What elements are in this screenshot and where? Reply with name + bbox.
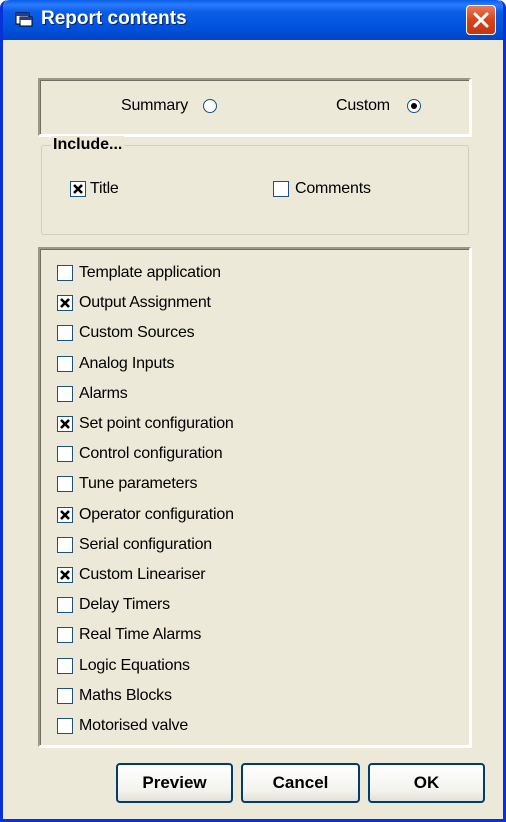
section-checkbox[interactable] — [57, 627, 73, 643]
section-checkbox-label: Control configuration — [79, 445, 223, 462]
section-checkbox[interactable] — [57, 265, 73, 281]
section-checkbox-label: Logic Equations — [79, 657, 190, 674]
section-checkbox-label: Operator configuration — [79, 506, 234, 523]
window-title: Report contents — [41, 8, 187, 29]
section-checkbox[interactable] — [57, 386, 73, 402]
section-checkbox[interactable] — [57, 567, 73, 583]
section-checkbox[interactable] — [57, 507, 73, 523]
section-checkbox[interactable] — [57, 718, 73, 734]
comments-checkbox-label: Comments — [295, 180, 371, 197]
close-button[interactable] — [466, 5, 496, 35]
section-checkbox[interactable] — [57, 537, 73, 553]
checkmark-icon — [73, 184, 83, 194]
custom-label: Custom — [336, 97, 390, 114]
preview-button[interactable]: Preview — [116, 763, 233, 803]
section-checkbox-label: Motorised valve — [79, 717, 189, 734]
section-checkbox-label: Template application — [79, 264, 221, 281]
section-checkbox-label: Serial configuration — [79, 536, 212, 553]
cancel-button[interactable]: Cancel — [241, 763, 360, 803]
custom-radio-dot — [411, 103, 417, 109]
checkmark-icon — [60, 570, 70, 580]
section-checkbox[interactable] — [57, 295, 73, 311]
section-checkbox[interactable] — [57, 597, 73, 613]
report-contents-dialog: Report contents Summary Custom Include..… — [0, 0, 506, 822]
report-window-icon — [15, 12, 33, 27]
title-checkbox[interactable] — [70, 181, 86, 197]
checkmark-icon — [60, 298, 70, 308]
section-checkbox[interactable] — [57, 446, 73, 462]
section-checkbox-label: Output Assignment — [79, 294, 211, 311]
section-checkbox[interactable] — [57, 356, 73, 372]
title-bar[interactable]: Report contents — [3, 0, 503, 40]
section-checkbox[interactable] — [57, 325, 73, 341]
section-checkbox-label: Custom Lineariser — [79, 566, 206, 583]
section-checkbox[interactable] — [57, 688, 73, 704]
include-legend: Include... — [51, 136, 125, 154]
section-checkbox-label: Set point configuration — [79, 415, 234, 432]
section-checkbox-label: Real Time Alarms — [79, 626, 202, 643]
checkmark-icon — [60, 510, 70, 520]
mode-panel — [38, 78, 471, 136]
section-checkbox-label: Tune parameters — [79, 475, 198, 492]
section-checkbox-label: Alarms — [79, 385, 128, 402]
section-checkbox[interactable] — [57, 476, 73, 492]
section-checkbox-label: Custom Sources — [79, 324, 195, 341]
comments-checkbox[interactable] — [273, 181, 289, 197]
section-checkbox[interactable] — [57, 416, 73, 432]
checkmark-icon — [60, 419, 70, 429]
summary-radio[interactable] — [203, 99, 217, 113]
section-checkbox[interactable] — [57, 658, 73, 674]
title-checkbox-label: Title — [90, 180, 119, 197]
close-icon — [473, 12, 489, 28]
section-checkbox-label: Delay Timers — [79, 596, 170, 613]
section-checkbox-label: Analog Inputs — [79, 355, 175, 372]
summary-label: Summary — [121, 97, 189, 114]
ok-button[interactable]: OK — [368, 763, 485, 803]
section-checkbox-label: Maths Blocks — [79, 687, 172, 704]
custom-radio[interactable] — [407, 99, 421, 113]
